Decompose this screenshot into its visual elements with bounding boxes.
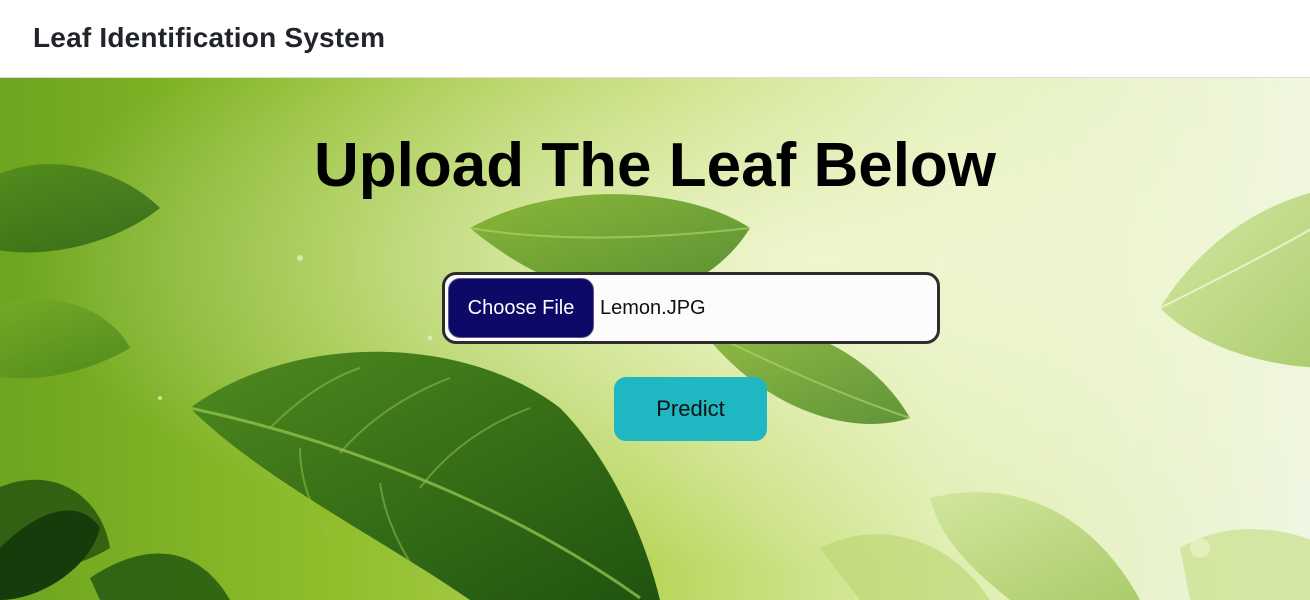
selected-file-name: Lemon.JPG [600, 297, 706, 319]
navbar: Leaf Identification System [0, 0, 1310, 78]
predict-button[interactable]: Predict [614, 377, 767, 441]
app-window: Leaf Identification System Upload The Le… [0, 0, 1310, 600]
file-upload-input[interactable]: Choose File Lemon.JPG [442, 272, 940, 344]
choose-file-button[interactable]: Choose File [448, 278, 594, 338]
page-heading: Upload The Leaf Below [313, 131, 997, 200]
brand-title[interactable]: Leaf Identification System [33, 22, 385, 54]
hero-section: Upload The Leaf Below Choose File Lemon.… [0, 78, 1310, 600]
